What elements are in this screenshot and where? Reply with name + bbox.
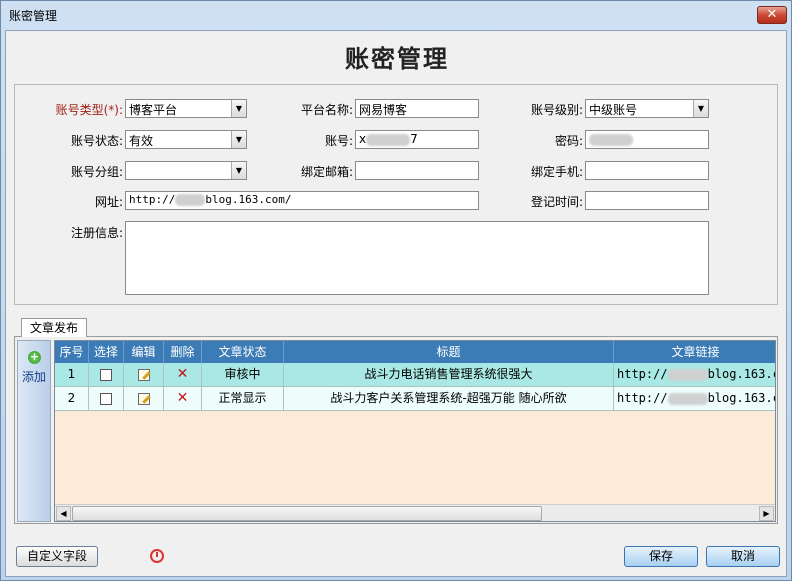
article-link[interactable]: http:// blog.163.com/: [614, 387, 775, 411]
chevron-down-icon[interactable]: ▼: [693, 100, 708, 117]
link-prefix: http://: [617, 367, 668, 381]
account-form: 账号类型(*): 博客平台 ▼ 平台名称: 网易博客 账号级别: 中级账号 ▼ …: [14, 84, 778, 305]
custom-field-button[interactable]: 自定义字段: [16, 546, 98, 567]
account-level-select[interactable]: 中级账号 ▼: [585, 99, 709, 118]
password-input[interactable]: [585, 130, 709, 149]
article-link[interactable]: http:// blog.163.com/: [614, 363, 775, 387]
register-time-input[interactable]: [585, 191, 709, 210]
row-checkbox[interactable]: [100, 368, 112, 381]
redacted-mask: [667, 368, 708, 381]
register-info-label: 注册信息:: [70, 226, 123, 240]
cancel-button[interactable]: 取消: [706, 546, 780, 567]
edit-cell[interactable]: [124, 363, 164, 387]
account-type-value: 博客平台: [129, 103, 178, 117]
row-number: 2: [55, 387, 89, 411]
chevron-down-icon[interactable]: ▼: [231, 131, 246, 148]
chevron-down-icon[interactable]: ▼: [231, 100, 246, 117]
close-button[interactable]: ✕: [757, 6, 787, 24]
chevron-down-icon[interactable]: ▼: [231, 162, 246, 179]
delete-icon[interactable]: ✕: [177, 390, 189, 406]
article-title: 战斗力电话销售管理系统很强大: [284, 363, 614, 387]
platform-name-input[interactable]: 网易博客: [355, 99, 479, 118]
account-status-label: 账号状态:: [70, 134, 123, 148]
register-time-label: 登记时间:: [530, 195, 583, 209]
account-value-suffix: 7: [410, 132, 418, 146]
account-input[interactable]: x7: [355, 130, 479, 149]
row-checkbox[interactable]: [100, 392, 112, 405]
url-value-suffix: blog.163.com/: [205, 193, 292, 206]
tab-control: + 添加 序号 选择 编辑 删除 文章状态 标题 文章链接 1 ✕ 审核中 战斗…: [14, 316, 778, 524]
title-bar: 账密管理 ✕: [1, 1, 791, 28]
article-grid: 序号 选择 编辑 删除 文章状态 标题 文章链接 1 ✕ 审核中 战斗力电话销售…: [54, 340, 776, 522]
account-group-select[interactable]: ▼: [125, 161, 247, 180]
url-input[interactable]: http:// blog.163.com/: [125, 191, 479, 210]
edit-icon[interactable]: [137, 392, 150, 405]
dialog-body: 账密管理 账号类型(*): 博客平台 ▼ 平台名称: 网易博客 账号级别: 中级…: [5, 30, 787, 577]
bound-email-label: 绑定邮箱:: [300, 165, 353, 179]
column-header[interactable]: 文章链接: [614, 341, 775, 363]
select-cell[interactable]: [89, 387, 124, 411]
platform-name-value: 网易博客: [359, 103, 408, 117]
delete-cell[interactable]: ✕: [164, 363, 202, 387]
select-cell[interactable]: [89, 363, 124, 387]
delete-cell[interactable]: ✕: [164, 387, 202, 411]
page-title: 账密管理: [345, 44, 449, 73]
account-level-value: 中级账号: [589, 103, 638, 117]
account-status-select[interactable]: 有效 ▼: [125, 130, 247, 149]
scroll-thumb[interactable]: [72, 506, 542, 521]
link-prefix: http://: [617, 391, 668, 405]
column-header[interactable]: 标题: [284, 341, 614, 363]
edit-icon[interactable]: [137, 368, 150, 381]
platform-name-label: 平台名称:: [300, 103, 353, 117]
account-group-label: 账号分组:: [70, 165, 123, 179]
account-type-label: 账号类型(*):: [55, 103, 123, 117]
redacted-mask: [667, 392, 708, 405]
column-header[interactable]: 序号: [55, 341, 89, 363]
redacted-mask: [366, 133, 411, 146]
table-row[interactable]: 2 ✕ 正常显示 战斗力客户关系管理系统-超强万能 随心所欲 http:// bl…: [55, 387, 775, 411]
row-number: 1: [55, 363, 89, 387]
article-title: 战斗力客户关系管理系统-超强万能 随心所欲: [284, 387, 614, 411]
redacted-mask: [589, 133, 633, 146]
column-header[interactable]: 文章状态: [202, 341, 284, 363]
link-suffix: blog.163.com/: [707, 367, 775, 381]
edit-cell[interactable]: [124, 387, 164, 411]
account-level-label: 账号级别:: [530, 103, 583, 117]
grid-header: 序号 选择 编辑 删除 文章状态 标题 文章链接: [55, 341, 775, 363]
grid-toolbar: + 添加: [17, 340, 51, 522]
scroll-right-icon[interactable]: ▶: [759, 506, 774, 521]
account-manager-window: 账密管理 ✕ 账密管理 账号类型(*): 博客平台 ▼ 平台名称: 网易博客 账…: [0, 0, 792, 581]
redacted-mask: [175, 194, 206, 206]
clock-icon[interactable]: [150, 549, 164, 563]
password-label: 密码:: [554, 134, 583, 148]
column-header[interactable]: 选择: [89, 341, 124, 363]
article-status: 正常显示: [202, 387, 284, 411]
register-info-textarea[interactable]: [125, 221, 709, 295]
account-type-select[interactable]: 博客平台 ▼: [125, 99, 247, 118]
article-status: 审核中: [202, 363, 284, 387]
delete-icon[interactable]: ✕: [177, 366, 189, 382]
account-label: 账号:: [324, 134, 353, 148]
save-button[interactable]: 保存: [624, 546, 698, 567]
account-value-prefix: x: [359, 132, 367, 146]
link-suffix: blog.163.com/: [707, 391, 775, 405]
horizontal-scrollbar[interactable]: ◀ ▶: [55, 504, 775, 521]
window-title: 账密管理: [9, 9, 58, 23]
column-header[interactable]: 删除: [164, 341, 202, 363]
tab-panel-article: + 添加 序号 选择 编辑 删除 文章状态 标题 文章链接 1 ✕ 审核中 战斗…: [14, 336, 778, 524]
plus-circle-icon[interactable]: +: [28, 351, 41, 364]
bound-phone-label: 绑定手机:: [530, 165, 583, 179]
table-row[interactable]: 1 ✕ 审核中 战斗力电话销售管理系统很强大 http:// blog.163.c…: [55, 363, 775, 387]
account-status-value: 有效: [129, 134, 154, 148]
url-value-prefix: http://: [129, 193, 176, 206]
bound-email-input[interactable]: [355, 161, 479, 180]
tab-article-publish[interactable]: 文章发布: [21, 318, 87, 337]
scroll-left-icon[interactable]: ◀: [56, 506, 71, 521]
url-label: 网址:: [94, 195, 123, 209]
add-button[interactable]: 添加: [22, 368, 46, 385]
column-header[interactable]: 编辑: [124, 341, 164, 363]
bound-phone-input[interactable]: [585, 161, 709, 180]
